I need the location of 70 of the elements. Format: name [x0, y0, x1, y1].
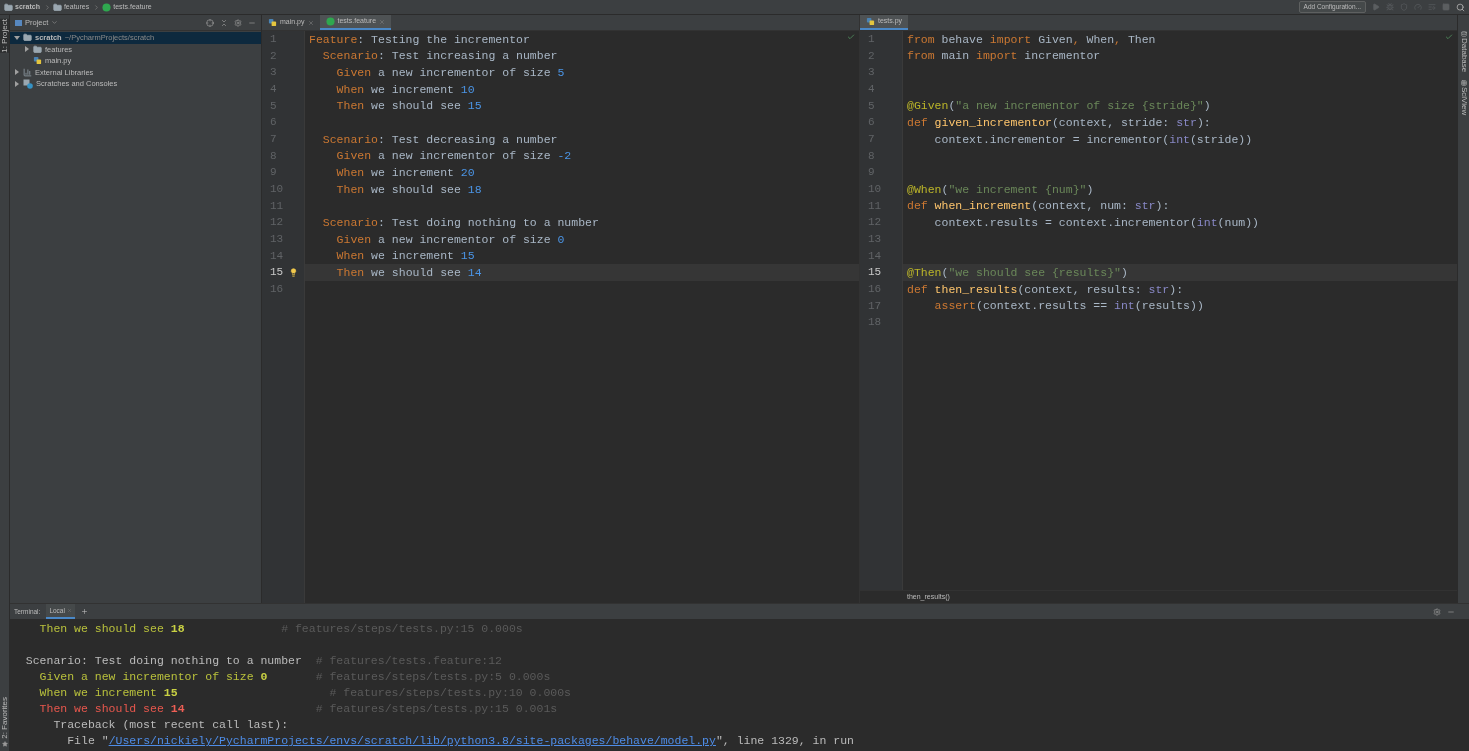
- folder-icon: [33, 44, 42, 54]
- database-icon: [1460, 31, 1467, 37]
- code-line: Then we should see 15: [335, 98, 482, 115]
- code-line: @When("we increment {num}"): [907, 181, 1094, 198]
- tool-window-tab[interactable]: Database: [1458, 31, 1469, 73]
- dropdown-caret-icon[interactable]: [51, 19, 59, 26]
- python-file-icon: [866, 17, 875, 26]
- stop-icon[interactable]: [1442, 3, 1450, 11]
- code-line: Scenario: Test increasing a number: [321, 48, 558, 65]
- code-line: @Given("a new incrementor of size {stride}"): [907, 98, 1211, 115]
- collapsed-arrow-icon[interactable]: [14, 69, 20, 76]
- code-line: assert(context.results == int(results)): [933, 298, 1204, 315]
- feature-file-icon: [325, 17, 335, 26]
- code-line: Scenario: Test decreasing a number: [321, 131, 558, 148]
- code-line: from behave import Given, When, Then: [907, 31, 1156, 48]
- grid-icon: [1460, 80, 1467, 87]
- check-icon: [1445, 33, 1453, 41]
- code-line: When we increment 10: [335, 81, 475, 98]
- settings-icon[interactable]: [234, 18, 242, 27]
- project-tool-tab[interactable]: 1: Project: [0, 19, 9, 53]
- folder-icon: [4, 2, 13, 12]
- check-icon: [847, 33, 855, 41]
- code-line: context.results = context.incrementor(int(num)): [933, 214, 1259, 231]
- python-file-icon: [33, 56, 42, 66]
- tool-window-tab[interactable]: SciView: [1458, 80, 1469, 116]
- line-number: 15: [867, 265, 882, 281]
- code-line: Then we should see 18: [335, 181, 482, 198]
- locate-icon[interactable]: [206, 18, 214, 27]
- folder-icon: [23, 33, 32, 43]
- run-icon[interactable]: [1372, 3, 1380, 11]
- python-file-icon: [268, 18, 277, 27]
- feature-file-icon: [102, 2, 112, 12]
- code-line: Given a new incrementor of size -2: [335, 148, 572, 165]
- chevron-right-icon: [93, 3, 101, 11]
- collapse-all-icon[interactable]: [220, 18, 228, 27]
- close-tab-icon[interactable]: [66, 608, 72, 613]
- collapsed-arrow-icon[interactable]: [24, 46, 30, 53]
- code-line: Then we should see 14: [335, 264, 482, 281]
- code-line: def then_results(context, results: str):: [907, 281, 1184, 298]
- code-line: Given a new incrementor of size 0: [335, 231, 565, 248]
- favorites-tool-tab[interactable]: 2: Favorites: [0, 697, 9, 739]
- star-icon: [1, 741, 8, 747]
- search-icon[interactable]: [1456, 2, 1465, 12]
- close-tab-icon[interactable]: [379, 18, 386, 25]
- code-line: Feature: Testing the incrementor: [309, 31, 530, 48]
- expanded-arrow-icon[interactable]: [14, 34, 20, 41]
- code-line: Given a new incrementor of size 5: [335, 65, 565, 81]
- file-link[interactable]: /Users/nickiely/PycharmProjects/envs/scratch/lib/python3.8/site-packages/behave/model.py: [108, 734, 716, 748]
- code-line: from main import incrementor: [907, 48, 1101, 65]
- terminal-line: File "/Users/nickiely/PycharmProjects/envs/scratch/lib/python3.8/site-packages/behave/model.py", line 1329, in run: [66, 733, 854, 750]
- new-tab-icon[interactable]: [80, 608, 88, 615]
- debug-icon[interactable]: [1386, 3, 1394, 11]
- code-line: def when_increment(context, num: str):: [907, 198, 1170, 215]
- folder-icon: [52, 2, 62, 12]
- collapsed-arrow-icon[interactable]: [14, 80, 20, 87]
- code-line: @Then("we should see {results}"): [907, 264, 1128, 281]
- scratches-icon: [23, 78, 33, 89]
- settings-icon[interactable]: [1433, 607, 1441, 616]
- code-line: When we increment 20: [335, 164, 475, 181]
- lightbulb-icon[interactable]: [289, 268, 298, 277]
- code-line: context.incrementor = incrementor(int(stride)): [933, 131, 1253, 148]
- close-tab-icon[interactable]: [307, 19, 314, 26]
- code-line: def given_incrementor(context, stride: str):: [907, 115, 1211, 131]
- code-line: Scenario: Test doing nothing to a number: [321, 214, 599, 231]
- terminal-line: Traceback (most recent call last):: [52, 717, 289, 734]
- chevron-right-icon: [43, 3, 51, 11]
- line-number: 15: [269, 265, 284, 281]
- project-view-icon: [15, 19, 22, 26]
- code-line: When we increment 15: [335, 248, 475, 265]
- library-icon: [23, 67, 32, 77]
